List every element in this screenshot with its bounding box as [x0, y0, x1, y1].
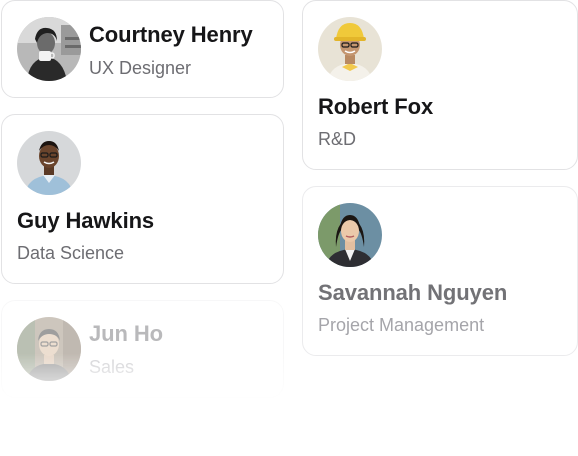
avatar	[17, 317, 81, 381]
person-role: R&D	[318, 129, 357, 149]
person-role: Data Science	[17, 243, 125, 263]
team-grid: Courtney Henry UX Designer Guy Hawkins D…	[0, 0, 578, 456]
person-card-courtney-henry[interactable]: Courtney Henry UX Designer	[1, 0, 284, 98]
person-role: Sales	[89, 357, 135, 377]
person-card-jun-ho[interactable]: Jun Ho Sales	[1, 300, 284, 398]
avatar	[318, 203, 382, 267]
person-card-savannah-nguyen[interactable]: Savannah Nguyen Project Management	[302, 186, 578, 356]
person-name: Jun Ho	[89, 321, 163, 346]
person-role: Project Management	[318, 315, 485, 335]
person-name: Savannah Nguyen	[318, 280, 508, 305]
avatar	[318, 17, 382, 81]
person-name: Courtney Henry	[89, 22, 253, 47]
person-card-guy-hawkins[interactable]: Guy Hawkins Data Science	[1, 114, 284, 284]
avatar	[17, 131, 81, 195]
person-name: Guy Hawkins	[17, 208, 155, 233]
person-role: UX Designer	[89, 58, 192, 78]
avatar	[17, 17, 81, 81]
person-card-robert-fox[interactable]: Robert Fox R&D	[302, 0, 578, 170]
person-name: Robert Fox	[318, 94, 434, 119]
